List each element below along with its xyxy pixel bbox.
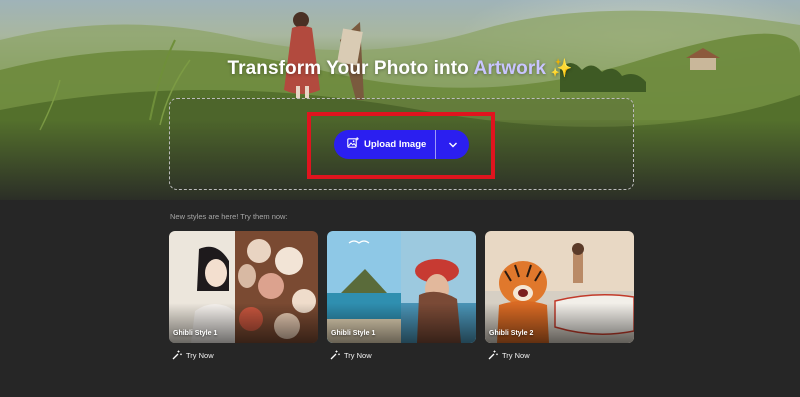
try-now-link-1[interactable]: Try Now <box>172 350 214 360</box>
try-now-link-2[interactable]: Try Now <box>330 350 372 360</box>
sparkle-icon: ✨ <box>550 58 573 78</box>
upload-image-button-group: Upload Image <box>334 130 469 159</box>
style-card-3[interactable]: Ghibli Style 2 <box>485 231 634 343</box>
image-add-icon <box>347 136 359 154</box>
magic-wand-icon <box>330 350 340 360</box>
title-accent: Artwork <box>473 58 547 79</box>
magic-wand-icon <box>172 350 182 360</box>
try-now-link-3[interactable]: Try Now <box>488 350 530 360</box>
magic-wand-icon <box>488 350 498 360</box>
chevron-down-icon <box>448 136 458 154</box>
upload-image-label: Upload Image <box>364 139 427 150</box>
try-now-label: Try Now <box>502 350 530 360</box>
new-styles-caption: New styles are here! Try them now: <box>170 212 288 221</box>
page-title: Transform Your Photo into Artwork ✨ <box>0 58 800 80</box>
upload-image-button[interactable]: Upload Image <box>334 130 435 159</box>
style-card-1[interactable]: Ghibli Style 1 <box>169 231 318 343</box>
try-now-label: Try Now <box>344 350 372 360</box>
style-card-2[interactable]: Ghibli Style 1 <box>327 231 476 343</box>
card-shade <box>485 303 634 343</box>
card-shade <box>327 303 476 343</box>
title-text: Transform Your Photo into <box>227 58 474 79</box>
style-card-3-label: Ghibli Style 2 <box>489 330 534 337</box>
style-card-2-label: Ghibli Style 1 <box>331 330 376 337</box>
upload-options-dropdown[interactable] <box>436 130 469 159</box>
card-shade <box>169 303 318 343</box>
try-now-label: Try Now <box>186 350 214 360</box>
style-card-1-label: Ghibli Style 1 <box>173 330 218 337</box>
